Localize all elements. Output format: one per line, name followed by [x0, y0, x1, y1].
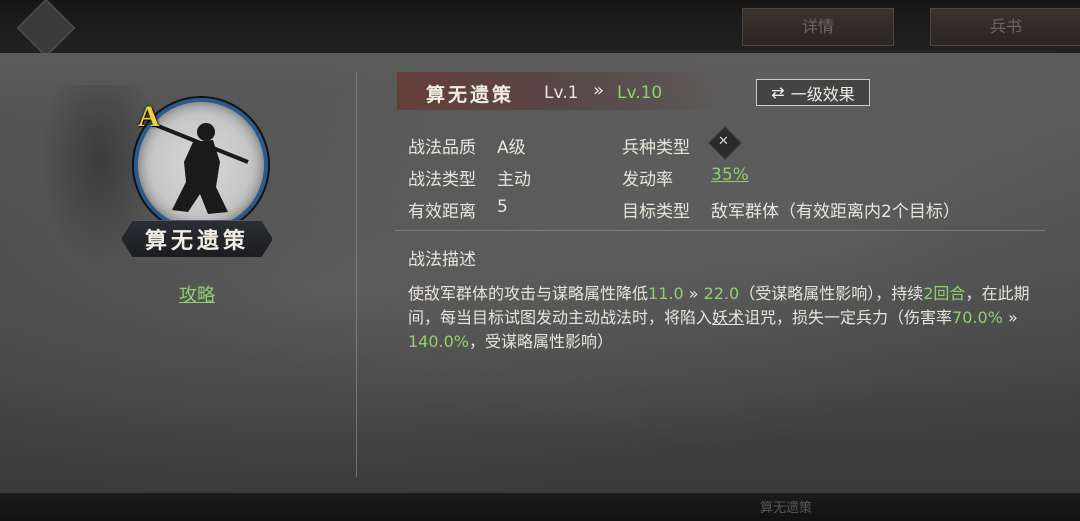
panel-divider: [356, 72, 357, 477]
desc-part: ，受谋略属性影响）: [469, 332, 614, 351]
description-text: 使敌军群体的攻击与谋略属性降低11.0 » 22.0（受谋略属性影响），持续2回…: [408, 282, 1048, 354]
range-value: 5: [497, 197, 508, 217]
troop-type-label: 兵种类型: [622, 138, 690, 158]
type-value: 主动: [497, 170, 531, 190]
range-label: 有效距离: [408, 202, 476, 222]
book-tab[interactable]: 兵书: [930, 8, 1080, 46]
desc-arrow: »: [683, 284, 704, 303]
avatar-frame: [16, 0, 76, 58]
effect-button-label: 一级效果: [790, 84, 855, 104]
desc-value: 70.0%: [952, 308, 1003, 327]
swap-icon: ⇄: [771, 83, 785, 102]
grade-badge: A: [138, 100, 160, 133]
details-tab-label: 详情: [801, 17, 834, 36]
bottom-bar-text: 算无遗策: [760, 501, 813, 516]
target-label: 目标类型: [622, 202, 690, 222]
details-tab[interactable]: 详情: [742, 8, 894, 46]
desc-part: 使敌军群体的攻击与谋略属性降低: [408, 284, 649, 303]
desc-part: 诅咒，损失一定兵力（伤害率: [744, 308, 953, 327]
level-arrow-icon: »: [593, 80, 605, 101]
desc-part: （受谋略属性影响），持续: [739, 284, 924, 303]
quality-value: A级: [497, 138, 526, 158]
skill-name-plate: 算无遗策: [121, 220, 273, 258]
level-to: Lv.10: [617, 83, 663, 103]
description-title: 战法描述: [408, 250, 476, 270]
sorcery-link[interactable]: 妖术: [712, 308, 744, 327]
strategy-link[interactable]: 攻略: [179, 281, 215, 307]
rate-value[interactable]: 35%: [711, 165, 749, 185]
top-bar: 详情 兵书: [0, 0, 1080, 58]
bottom-bar: 算无遗策: [0, 493, 1080, 521]
troop-glyph-icon: ✕: [718, 134, 729, 149]
rate-label: 发动率: [622, 170, 673, 190]
desc-value: 2回合: [923, 284, 966, 303]
section-divider: [395, 230, 1045, 231]
desc-value: 140.0%: [408, 332, 470, 351]
desc-arrow: »: [1002, 308, 1018, 327]
level-from: Lv.1: [544, 83, 579, 103]
level-effect-toggle-button[interactable]: ⇄ 一级效果: [756, 79, 870, 106]
target-value: 敌军群体（有效距离内2个目标）: [711, 202, 960, 222]
type-label: 战法类型: [408, 170, 476, 190]
book-tab-label: 兵书: [989, 17, 1022, 36]
skill-title: 算无遗策: [426, 84, 515, 106]
desc-value: 22.0: [703, 284, 740, 303]
desc-value: 11.0: [648, 284, 684, 303]
quality-label: 战法品质: [408, 138, 476, 158]
